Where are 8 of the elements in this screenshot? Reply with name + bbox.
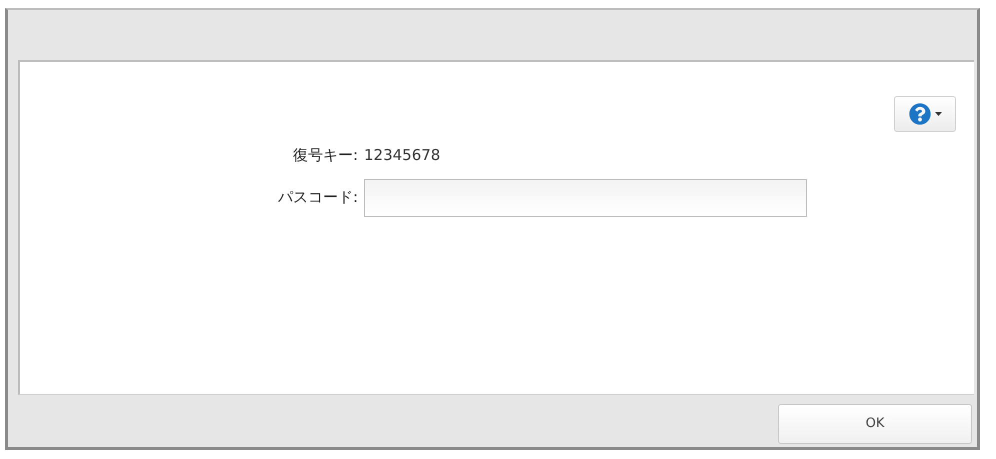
help-button[interactable] [894,96,956,132]
decryption-key-value: 12345678 [364,145,442,166]
caret-icon [934,112,942,116]
passcode-field[interactable] [364,178,807,216]
ok-button[interactable]: OK [778,404,972,444]
help-icon [908,103,930,125]
decryption-key-label: 復号キー: [292,145,358,166]
passcode-label: パスコード: [276,187,358,208]
